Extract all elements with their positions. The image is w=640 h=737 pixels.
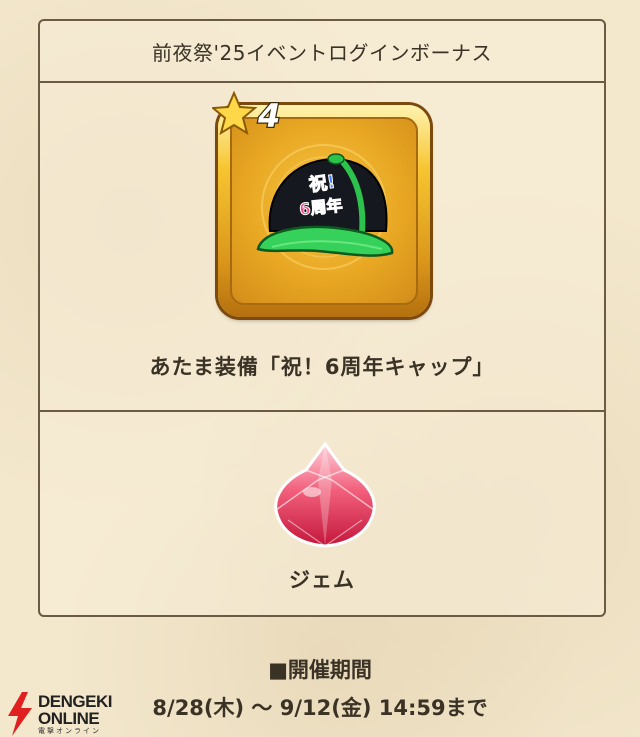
event-period-title: ■開催期間 [268, 658, 372, 682]
logo-text-line2: ONLINE [38, 708, 100, 728]
cap-text-line1: 祝! [308, 171, 337, 196]
login-bonus-panel: 前夜祭'25イベントログインボーナス 祝! 6周年 4 あたま装備「祝！6周年キ… [38, 19, 606, 617]
gem-icon [274, 441, 376, 548]
item-background: 祝! 6周年 [230, 117, 418, 305]
reward-row-gem[interactable]: ジェム [40, 412, 604, 617]
rarity-number: 4 [257, 97, 280, 135]
reward-label: ジェム [289, 568, 355, 592]
anniversary-cap-icon: 祝! 6周年 [256, 144, 394, 270]
reward-label: あたま装備「祝！6周年キャップ」 [149, 355, 495, 379]
lightning-bolt-icon [8, 691, 32, 736]
dengeki-online-logo: DENGEKI ONLINE 電撃オンライン [4, 690, 134, 737]
logo-text-line3: 電撃オンライン [38, 726, 101, 735]
reward-row-cap[interactable]: 祝! 6周年 4 あたま装備「祝！6周年キャップ」 [40, 83, 604, 412]
panel-title: 前夜祭'25イベントログインボーナス [40, 21, 604, 83]
star-icon [212, 91, 258, 136]
logo-text-line1: DENGEKI [38, 691, 112, 711]
rarity-star-badge: 4 [212, 91, 282, 136]
